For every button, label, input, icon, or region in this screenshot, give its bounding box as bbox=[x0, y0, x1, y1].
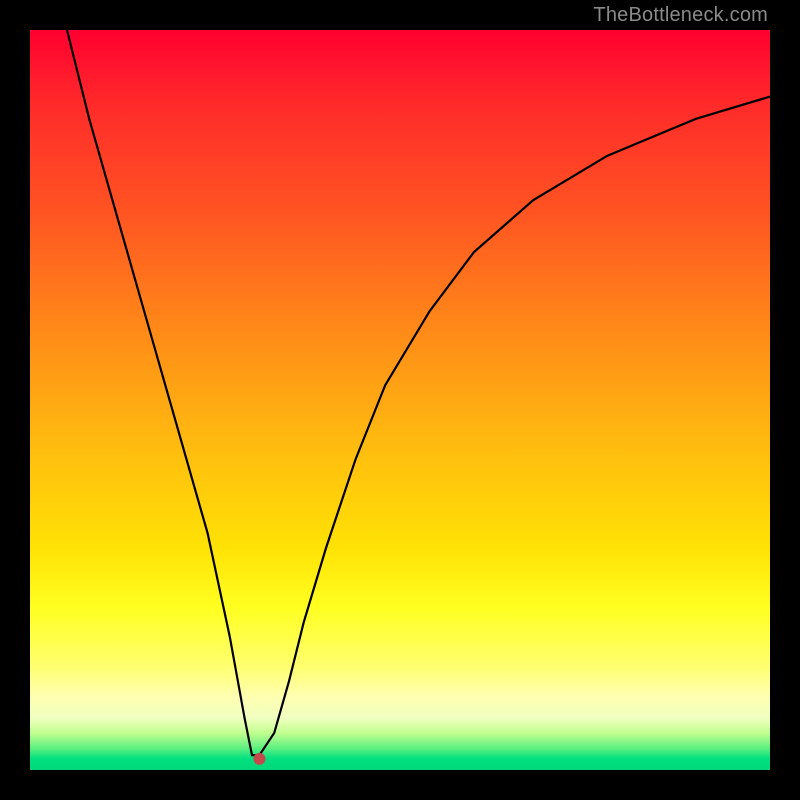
plot-area bbox=[30, 30, 770, 770]
optimum-marker bbox=[253, 753, 265, 765]
watermark-text: TheBottleneck.com bbox=[593, 4, 768, 27]
chart-frame: TheBottleneck.com bbox=[0, 0, 800, 800]
curve-svg bbox=[30, 30, 770, 770]
bottleneck-curve bbox=[67, 30, 770, 755]
